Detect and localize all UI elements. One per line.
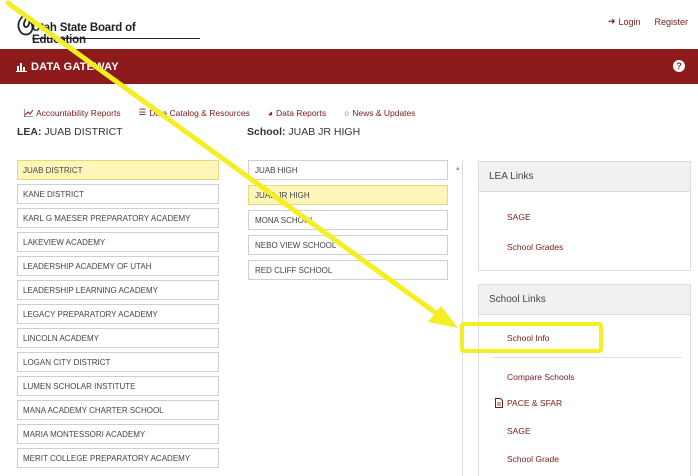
school-link-pace-sfar[interactable]: PACE & SFAR	[479, 398, 690, 408]
lea-label-key: LEA:	[17, 126, 42, 138]
lea-list: JUAB DISTRICT KANE DISTRICT KARL G MAESE…	[17, 160, 231, 476]
account-links: ➜ Login Register	[608, 16, 688, 27]
usbe-logo[interactable]: Utah State Board of Education	[14, 12, 200, 46]
lea-list-item[interactable]: KANE DISTRICT	[17, 184, 219, 204]
compare-schools-label: Compare Schools	[507, 372, 575, 382]
school-label-key: School:	[247, 126, 286, 138]
pace-sfar-label: PACE & SFAR	[507, 398, 563, 408]
nav-label: Data Reports	[275, 107, 327, 118]
lea-list-item[interactable]: MERIT COLLEGE PREPARATORY ACADEMY	[17, 448, 219, 468]
circle-icon: ○	[344, 107, 350, 118]
register-label: Register	[654, 16, 688, 27]
lea-links-title: LEA Links	[479, 162, 690, 192]
nav-label: Accountability Reports	[36, 107, 121, 118]
nav-data-reports[interactable]: ◕ Data Reports	[268, 107, 326, 118]
lea-selection-label: LEA: JUAB DISTRICT	[17, 126, 123, 138]
school-label-value: JUAB JR HIGH	[288, 126, 361, 138]
document-icon	[495, 398, 503, 408]
lea-link-school-grades[interactable]: School Grades	[479, 242, 690, 252]
register-link[interactable]: Register	[654, 16, 688, 27]
school-links-title: School Links	[479, 285, 690, 315]
logo-text: Utah State Board of Education	[32, 22, 136, 46]
school-grade-label: School Grade	[507, 454, 559, 464]
gateway-bar: DATA GATEWAY ?	[0, 49, 698, 84]
school-list-item[interactable]: RED CLIFF SCHOOL	[248, 260, 448, 280]
lea-list-item[interactable]: KARL G MAESER PREPARATORY ACADEMY	[17, 208, 219, 228]
gateway-title[interactable]: DATA GATEWAY	[16, 61, 119, 73]
gateway-title-text: DATA GATEWAY	[31, 61, 119, 73]
lea-list-item[interactable]: LEADERSHIP LEARNING ACADEMY	[17, 280, 219, 300]
pie-icon: ◕	[267, 107, 273, 118]
login-link[interactable]: ➜ Login	[608, 16, 641, 27]
school-list-item[interactable]: MONA SCHOOL	[248, 210, 448, 230]
lea-list-item[interactable]: MARIA MONTESSORI ACADEMY	[17, 424, 219, 444]
school-selection-label: School: JUAB JR HIGH	[247, 126, 360, 138]
lea-links-panel: LEA Links SAGE School Grades	[478, 161, 691, 271]
bar-chart-icon	[16, 63, 27, 72]
login-label: Login	[618, 16, 641, 27]
lea-list-item[interactable]: LEGACY PREPARATORY ACADEMY	[17, 304, 219, 324]
school-link-compare-schools[interactable]: Compare Schools	[479, 372, 690, 382]
school-link-sage[interactable]: SAGE	[479, 426, 690, 436]
lea-list-item[interactable]: MANA ACADEMY CHARTER SCHOOL	[17, 400, 219, 420]
sage-label: SAGE	[507, 426, 531, 436]
main-nav: Accountability Reports ☰ Data Catalog & …	[24, 107, 416, 118]
divider	[493, 357, 683, 358]
scroll-up-icon[interactable]: ▴	[456, 164, 460, 172]
logo-underline	[32, 38, 200, 39]
school-list-item[interactable]: JUAB JR HIGH	[248, 185, 448, 205]
top-bar: Utah State Board of Education ➜ Login Re…	[0, 0, 698, 46]
school-list-item[interactable]: NEBO VIEW SCHOOL	[248, 235, 448, 255]
annotation-highlight-box	[460, 322, 603, 353]
sign-in-icon: ➜	[607, 16, 616, 26]
school-link-school-grade[interactable]: School Grade	[479, 454, 690, 464]
list-icon: ☰	[138, 107, 147, 117]
lea-list-item[interactable]: LAKEVIEW ACADEMY	[17, 232, 219, 252]
nav-news-updates[interactable]: ○ News & Updates	[344, 107, 415, 118]
lea-list-item[interactable]: JUAB DISTRICT	[17, 160, 219, 180]
help-icon[interactable]: ?	[673, 60, 685, 72]
school-list-item[interactable]: JUAB HIGH	[248, 160, 448, 180]
lea-link-sage[interactable]: SAGE	[479, 212, 690, 222]
nav-accountability-reports[interactable]: Accountability Reports	[24, 107, 121, 118]
nav-data-catalog[interactable]: ☰ Data Catalog & Resources	[139, 107, 250, 118]
lea-list-item[interactable]: LOGAN CITY DISTRICT	[17, 352, 219, 372]
lea-label-value: JUAB DISTRICT	[44, 126, 123, 138]
nav-label: News & Updates	[352, 107, 416, 118]
lea-list-item[interactable]: LUMEN SCHOLAR INSTITUTE	[17, 376, 219, 396]
lea-list-item[interactable]: LINCOLN ACADEMY	[17, 328, 219, 348]
lea-list-item[interactable]: LEADERSHIP ACADEMY OF UTAH	[17, 256, 219, 276]
nav-label: Data Catalog & Resources	[149, 107, 250, 118]
line-chart-icon	[24, 108, 33, 117]
school-links-panel: School Links School Info Compare Schools…	[478, 284, 691, 476]
school-list: JUAB HIGH JUAB JR HIGH MONA SCHOOL NEBO …	[248, 160, 463, 476]
